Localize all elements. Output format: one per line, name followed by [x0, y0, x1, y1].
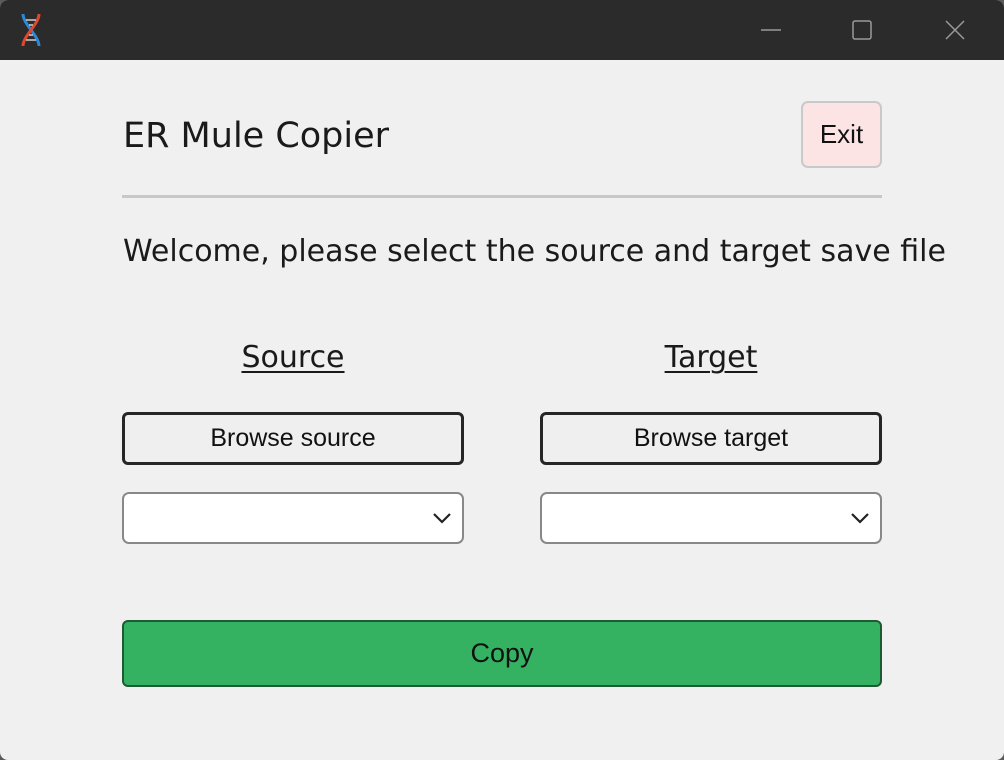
source-heading: Source: [241, 340, 345, 375]
title-bar[interactable]: [0, 0, 1004, 60]
source-save-select[interactable]: [122, 492, 464, 544]
dna-helix-icon: [21, 13, 41, 47]
minimize-icon: [761, 29, 781, 31]
browse-target-button[interactable]: Browse target: [540, 412, 882, 465]
target-save-select[interactable]: [540, 492, 882, 544]
maximize-icon: [852, 20, 872, 40]
app-title: ER Mule Copier: [123, 116, 390, 156]
main-content: ER Mule Copier Exit Welcome, please sele…: [0, 60, 1004, 760]
browse-source-button[interactable]: Browse source: [122, 412, 464, 465]
welcome-text: Welcome, please select the source and ta…: [123, 234, 946, 269]
header-divider: [122, 195, 882, 198]
copy-button[interactable]: Copy: [122, 620, 882, 687]
target-heading: Target: [664, 340, 758, 375]
minimize-button[interactable]: [725, 0, 817, 60]
close-button[interactable]: [909, 0, 1001, 60]
exit-button[interactable]: Exit: [801, 101, 882, 168]
maximize-button[interactable]: [816, 0, 908, 60]
chevron-down-icon: [433, 513, 451, 524]
close-icon: [945, 20, 965, 40]
app-window: ER Mule Copier Exit Welcome, please sele…: [0, 0, 1004, 760]
chevron-down-icon: [851, 513, 869, 524]
